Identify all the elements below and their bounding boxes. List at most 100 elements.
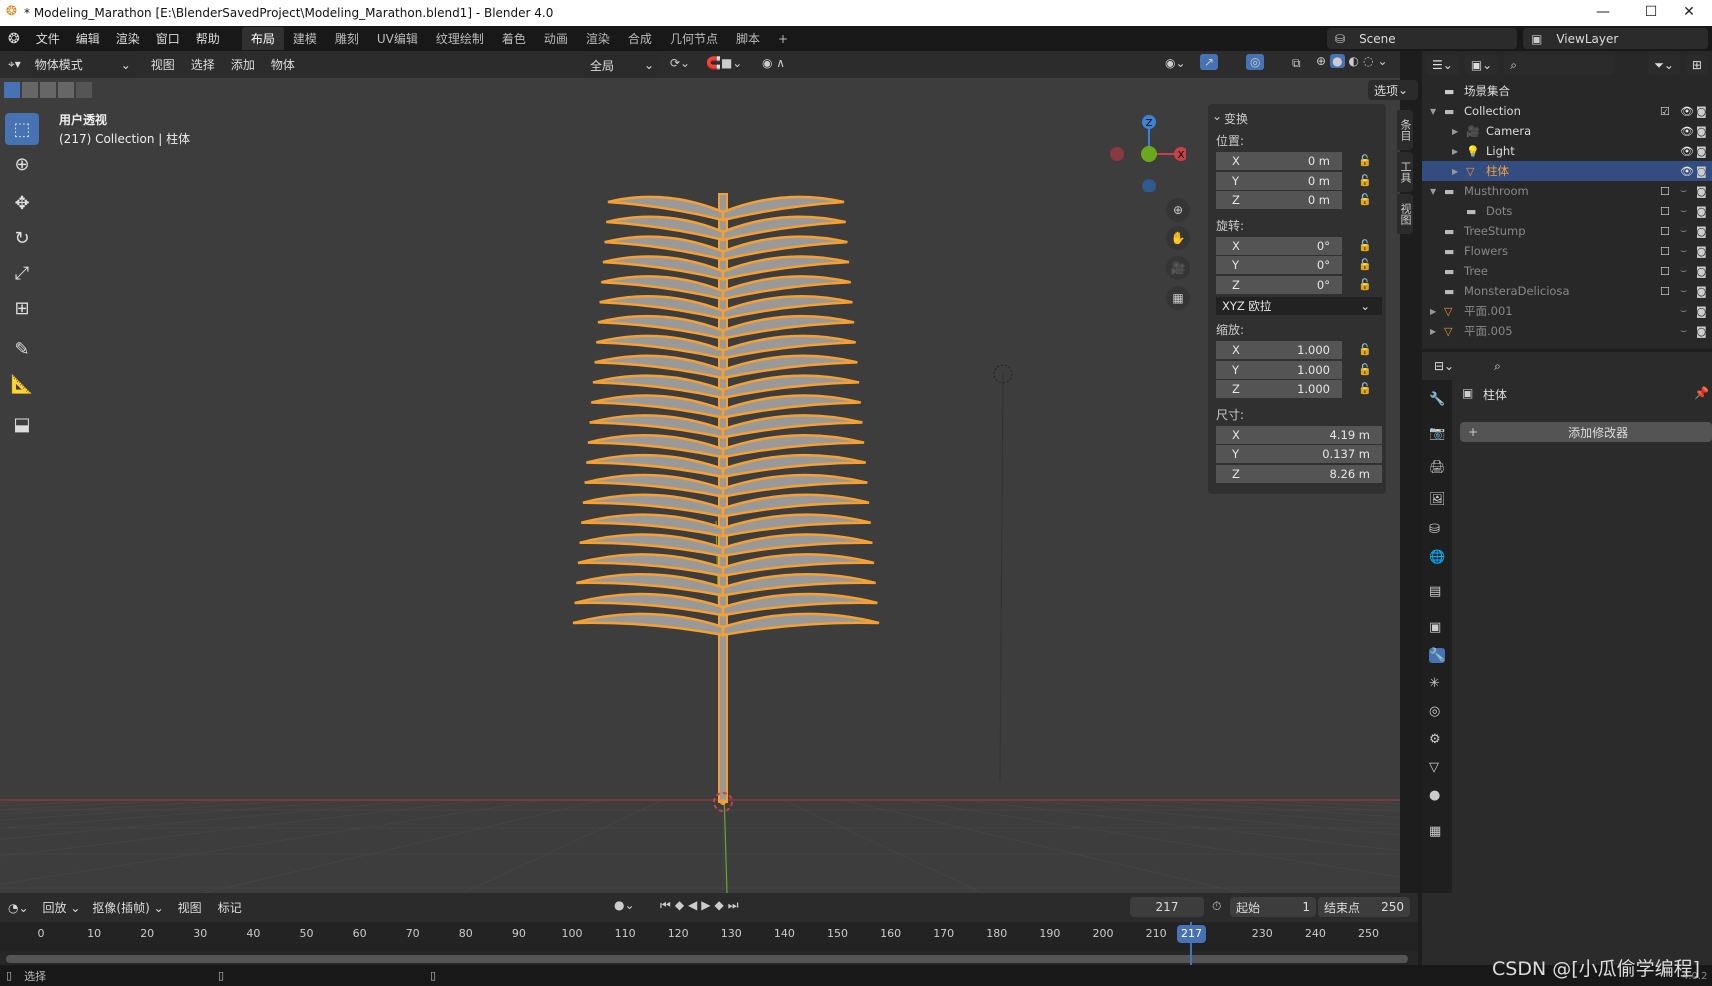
- display-mode-icon[interactable]: ☰⌄: [1426, 55, 1459, 75]
- checkbox-unchecked[interactable]: ☐: [1660, 265, 1670, 278]
- scale-z-field[interactable]: Z 1.000: [1216, 380, 1342, 398]
- camera-render-icon[interactable]: ◙: [1696, 105, 1707, 118]
- location-z-field[interactable]: Z 0 m: [1216, 191, 1342, 209]
- camera-render-icon[interactable]: ◙: [1696, 165, 1707, 178]
- 3d-viewport[interactable]: [0, 51, 1400, 893]
- timeline-scrollbar[interactable]: [6, 955, 1408, 963]
- data-icon[interactable]: ▽: [1429, 760, 1439, 775]
- scale-y-field[interactable]: Y 1.000: [1216, 360, 1342, 379]
- jump-end-icon[interactable]: ⏭: [728, 898, 743, 912]
- expand-right-icon[interactable]: ▶: [1452, 147, 1458, 156]
- navigation-gizmo[interactable]: Z X: [1106, 112, 1188, 193]
- outliner-row[interactable]: ▬ Dots ☐ ⌣ ◙: [1422, 201, 1712, 221]
- annotate-tool[interactable]: ✎: [5, 333, 39, 365]
- play-icon[interactable]: ▶: [701, 898, 714, 912]
- rotate-tool[interactable]: ↻: [5, 222, 39, 254]
- play-reverse-icon[interactable]: ◀: [688, 898, 701, 912]
- outliner-row[interactable]: ▶ ▽ 平面.005 ⌣ ◙: [1422, 321, 1712, 341]
- add-cube-tool[interactable]: ⬓: [5, 408, 39, 440]
- particles-icon[interactable]: ✳: [1429, 676, 1440, 691]
- pin-icon[interactable]: 📌: [1694, 386, 1709, 400]
- expand-down-icon[interactable]: ▼: [1430, 107, 1436, 116]
- measure-tool[interactable]: 📐: [5, 368, 39, 400]
- proportional-edit-icon[interactable]: ◉ ∧: [762, 56, 785, 70]
- tab-workspace[interactable]: 渲染: [577, 27, 619, 50]
- expand-right-icon[interactable]: ▶: [1430, 307, 1436, 316]
- tab-workspace[interactable]: 着色: [493, 27, 535, 50]
- scale-x-field[interactable]: X 1.000: [1216, 341, 1342, 359]
- checkbox-unchecked[interactable]: ☐: [1660, 205, 1670, 218]
- lock-icon[interactable]: 🔓: [1358, 174, 1372, 187]
- material-shading-icon[interactable]: ◐: [1349, 54, 1359, 68]
- cursor-tool[interactable]: ⊕: [5, 148, 39, 180]
- outliner-row[interactable]: ▼ ▬ Collection ☑ 👁 ◙: [1422, 101, 1712, 121]
- texture-icon[interactable]: ▦: [1429, 824, 1441, 839]
- lock-icon[interactable]: 🔓: [1358, 154, 1372, 167]
- eye-icon[interactable]: 👁: [1680, 165, 1694, 178]
- transform-orientation[interactable]: 全局 ⌄: [584, 55, 660, 75]
- section-header[interactable]: 变换: [1224, 110, 1248, 127]
- xray-icon[interactable]: ⧉: [1292, 56, 1301, 71]
- dimensions-y-field[interactable]: Y 0.137 m: [1216, 445, 1382, 463]
- eye-closed-icon[interactable]: ⌣: [1680, 284, 1687, 298]
- pan-hand-icon[interactable]: ✋: [1166, 226, 1190, 250]
- start-frame-field[interactable]: 起始 1: [1230, 897, 1316, 917]
- collection-icon[interactable]: ▤: [1429, 584, 1441, 599]
- view-layer-icon[interactable]: 🖼: [1429, 492, 1446, 507]
- select-invert-icon[interactable]: [58, 82, 74, 98]
- checkbox-unchecked[interactable]: ☐: [1660, 245, 1670, 258]
- outliner-row[interactable]: ▬ TreeStump ☐ ⌣ ◙: [1422, 221, 1712, 241]
- keying-dropdown[interactable]: 抠像(插帧) ⌄: [86, 897, 170, 918]
- transform-tool[interactable]: ⊞: [5, 292, 39, 324]
- tab-workspace[interactable]: 纹理绘制: [427, 27, 493, 50]
- world-icon[interactable]: 🌐: [1429, 550, 1445, 565]
- pivot-icon[interactable]: ⟳⌄: [670, 56, 690, 70]
- render-icon[interactable]: 📷: [1429, 426, 1445, 441]
- camera-render-icon[interactable]: ◙: [1696, 265, 1707, 278]
- physics-icon[interactable]: ◎: [1429, 704, 1440, 719]
- rendered-shading-icon[interactable]: ◌: [1363, 54, 1373, 68]
- tab-workspace[interactable]: 雕刻: [326, 27, 368, 50]
- camera-render-icon[interactable]: ◙: [1696, 125, 1707, 138]
- eye-closed-icon[interactable]: ⌣: [1680, 244, 1687, 258]
- constraints-icon[interactable]: ⚙: [1429, 732, 1441, 747]
- add-workspace-button[interactable]: +: [769, 29, 797, 49]
- tab-workspace[interactable]: 建模: [284, 27, 326, 50]
- camera-render-icon[interactable]: ◙: [1696, 325, 1707, 338]
- solid-shading-icon[interactable]: ●: [1330, 54, 1345, 68]
- outliner-row[interactable]: ▶ ▽ 柱体 👁 ◙: [1422, 161, 1712, 181]
- eye-closed-icon[interactable]: ⌣: [1680, 224, 1687, 238]
- lock-icon[interactable]: 🔓: [1358, 193, 1372, 206]
- camera-render-icon[interactable]: ◙: [1696, 205, 1707, 218]
- tab-workspace[interactable]: 动画: [535, 27, 577, 50]
- end-frame-field[interactable]: 结束点 250: [1318, 897, 1410, 917]
- chevron-down-icon[interactable]: ⌄: [1212, 109, 1222, 123]
- outliner-row[interactable]: ▶ 💡 Light 👁 ◙: [1422, 141, 1712, 161]
- eye-icon[interactable]: 👁: [1680, 105, 1694, 118]
- rotation-z-field[interactable]: Z 0°: [1216, 275, 1342, 294]
- eye-icon[interactable]: 👁: [1680, 125, 1694, 138]
- filter-icon[interactable]: ⏷⌄: [1648, 55, 1680, 75]
- tab-workspace[interactable]: 合成: [619, 27, 661, 50]
- camera-render-icon[interactable]: ◙: [1696, 145, 1707, 158]
- expand-down-icon[interactable]: ▼: [1430, 187, 1436, 196]
- dimensions-z-field[interactable]: Z 8.26 m: [1216, 464, 1382, 483]
- eye-closed-icon[interactable]: ⌣: [1680, 304, 1687, 318]
- snap-icon[interactable]: 🧲■⌄: [706, 56, 742, 70]
- jump-start-icon[interactable]: ⏮: [660, 898, 675, 912]
- rotation-y-field[interactable]: Y 0°: [1216, 256, 1342, 274]
- current-frame-field[interactable]: 217: [1130, 897, 1204, 917]
- record-icon[interactable]: ●⌄: [614, 898, 635, 912]
- outliner-row[interactable]: ▬ Tree ☐ ⌣ ◙: [1422, 261, 1712, 281]
- visibility-icon[interactable]: ◉⌄: [1165, 56, 1186, 70]
- lock-icon[interactable]: 🔓: [1358, 258, 1372, 271]
- eye-closed-icon[interactable]: ⌣: [1680, 184, 1687, 198]
- viewport-menu[interactable]: 物体: [263, 56, 303, 73]
- minimize-button[interactable]: —: [1580, 0, 1626, 26]
- new-collection-icon[interactable]: ⊞: [1685, 55, 1708, 75]
- select-new-icon[interactable]: [4, 82, 20, 98]
- menu-item[interactable]: 编辑: [68, 30, 108, 47]
- outliner-row[interactable]: ▼ ▬ Musthroom ☐ ⌣ ◙: [1422, 181, 1712, 201]
- editor-type-icon[interactable]: ⊟⌄: [1428, 356, 1461, 376]
- lock-icon[interactable]: 🔓: [1358, 363, 1372, 376]
